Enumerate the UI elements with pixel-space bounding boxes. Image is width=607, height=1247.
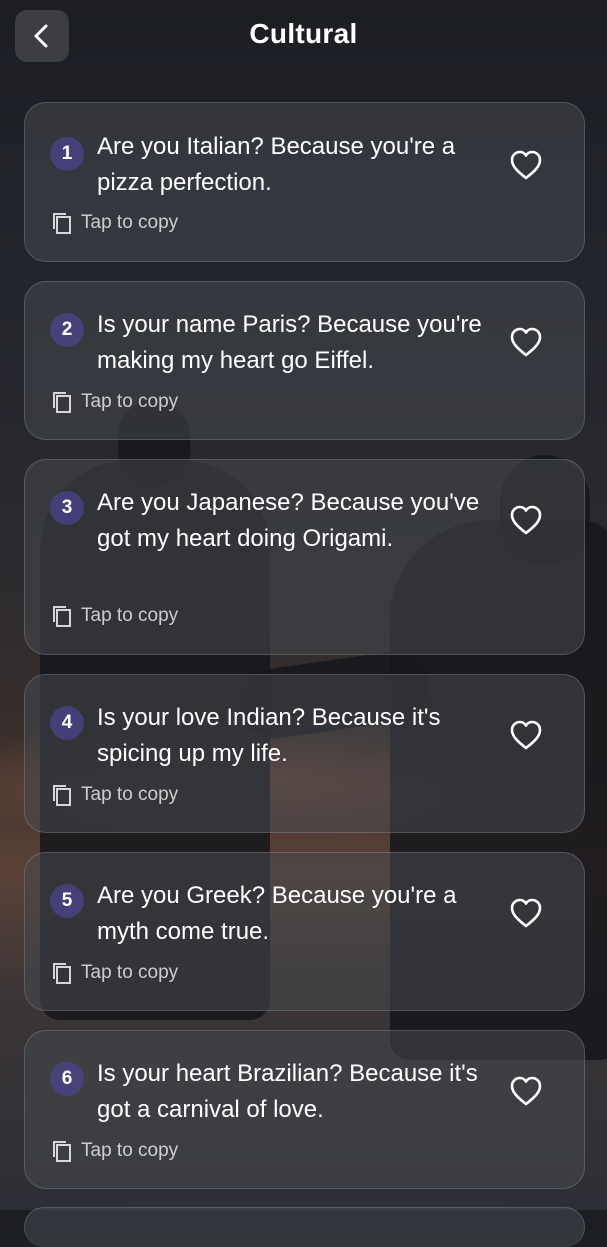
copy-icon <box>53 213 71 234</box>
pickup-line-card[interactable]: 3 Are you Japanese? Because you've got m… <box>24 459 585 655</box>
heart-outline-icon[interactable] <box>509 149 543 181</box>
card-text: Are you Greek? Because you're a myth com… <box>97 882 457 945</box>
card-text: Are you Japanese? Because you've got my … <box>97 489 480 552</box>
card-text: Are you Italian? Because you're a pizza … <box>97 133 456 196</box>
card-text: Is your name Paris? Because you're makin… <box>97 311 482 374</box>
heart-outline-icon[interactable] <box>509 897 543 929</box>
pickup-line-card[interactable]: 5 Are you Greek? Because you're a myth c… <box>24 852 585 1011</box>
copy-button[interactable]: Tap to copy <box>51 211 178 235</box>
copy-button[interactable]: Tap to copy <box>51 390 178 414</box>
header: Cultural <box>0 0 607 80</box>
card-text: Is your heart Brazilian? Because it's go… <box>97 1060 478 1123</box>
pickup-line-card[interactable]: 6 Is your heart Brazilian? Because it's … <box>24 1030 585 1189</box>
copy-button[interactable]: Tap to copy <box>51 961 178 985</box>
copy-icon <box>53 963 71 984</box>
copy-label: Tap to copy <box>81 962 179 983</box>
card-number-badge: 3 <box>50 491 84 525</box>
copy-button[interactable]: Tap to copy <box>51 1139 178 1163</box>
card-number-badge: 4 <box>50 706 84 740</box>
copy-icon <box>53 785 71 806</box>
heart-outline-icon[interactable] <box>509 719 543 751</box>
copy-label: Tap to copy <box>81 391 179 412</box>
copy-button[interactable]: Tap to copy <box>51 783 178 807</box>
copy-icon <box>53 1141 71 1162</box>
heart-outline-icon[interactable] <box>509 326 543 358</box>
copy-button[interactable]: Tap to copy <box>51 604 178 628</box>
copy-label: Tap to copy <box>81 784 179 805</box>
card-number-badge: 5 <box>50 884 84 918</box>
copy-icon <box>53 392 71 413</box>
card-text: Is your love Indian? Because it's spicin… <box>97 704 441 767</box>
pickup-line-card[interactable] <box>24 1207 585 1247</box>
pickup-line-card[interactable]: 1 Are you Italian? Because you're a pizz… <box>24 102 585 262</box>
card-number-badge: 6 <box>50 1062 84 1096</box>
pickup-line-card[interactable]: 2 Is your name Paris? Because you're mak… <box>24 281 585 440</box>
copy-label: Tap to copy <box>81 1140 179 1161</box>
pickup-line-card[interactable]: 4 Is your love Indian? Because it's spic… <box>24 674 585 833</box>
copy-icon <box>53 606 71 627</box>
card-number-badge: 1 <box>50 137 84 171</box>
page-title: Cultural <box>249 18 358 49</box>
copy-label: Tap to copy <box>81 212 179 233</box>
copy-label: Tap to copy <box>81 605 179 626</box>
heart-outline-icon[interactable] <box>509 1075 543 1107</box>
heart-outline-icon[interactable] <box>509 504 543 536</box>
card-number-badge: 2 <box>50 313 84 347</box>
